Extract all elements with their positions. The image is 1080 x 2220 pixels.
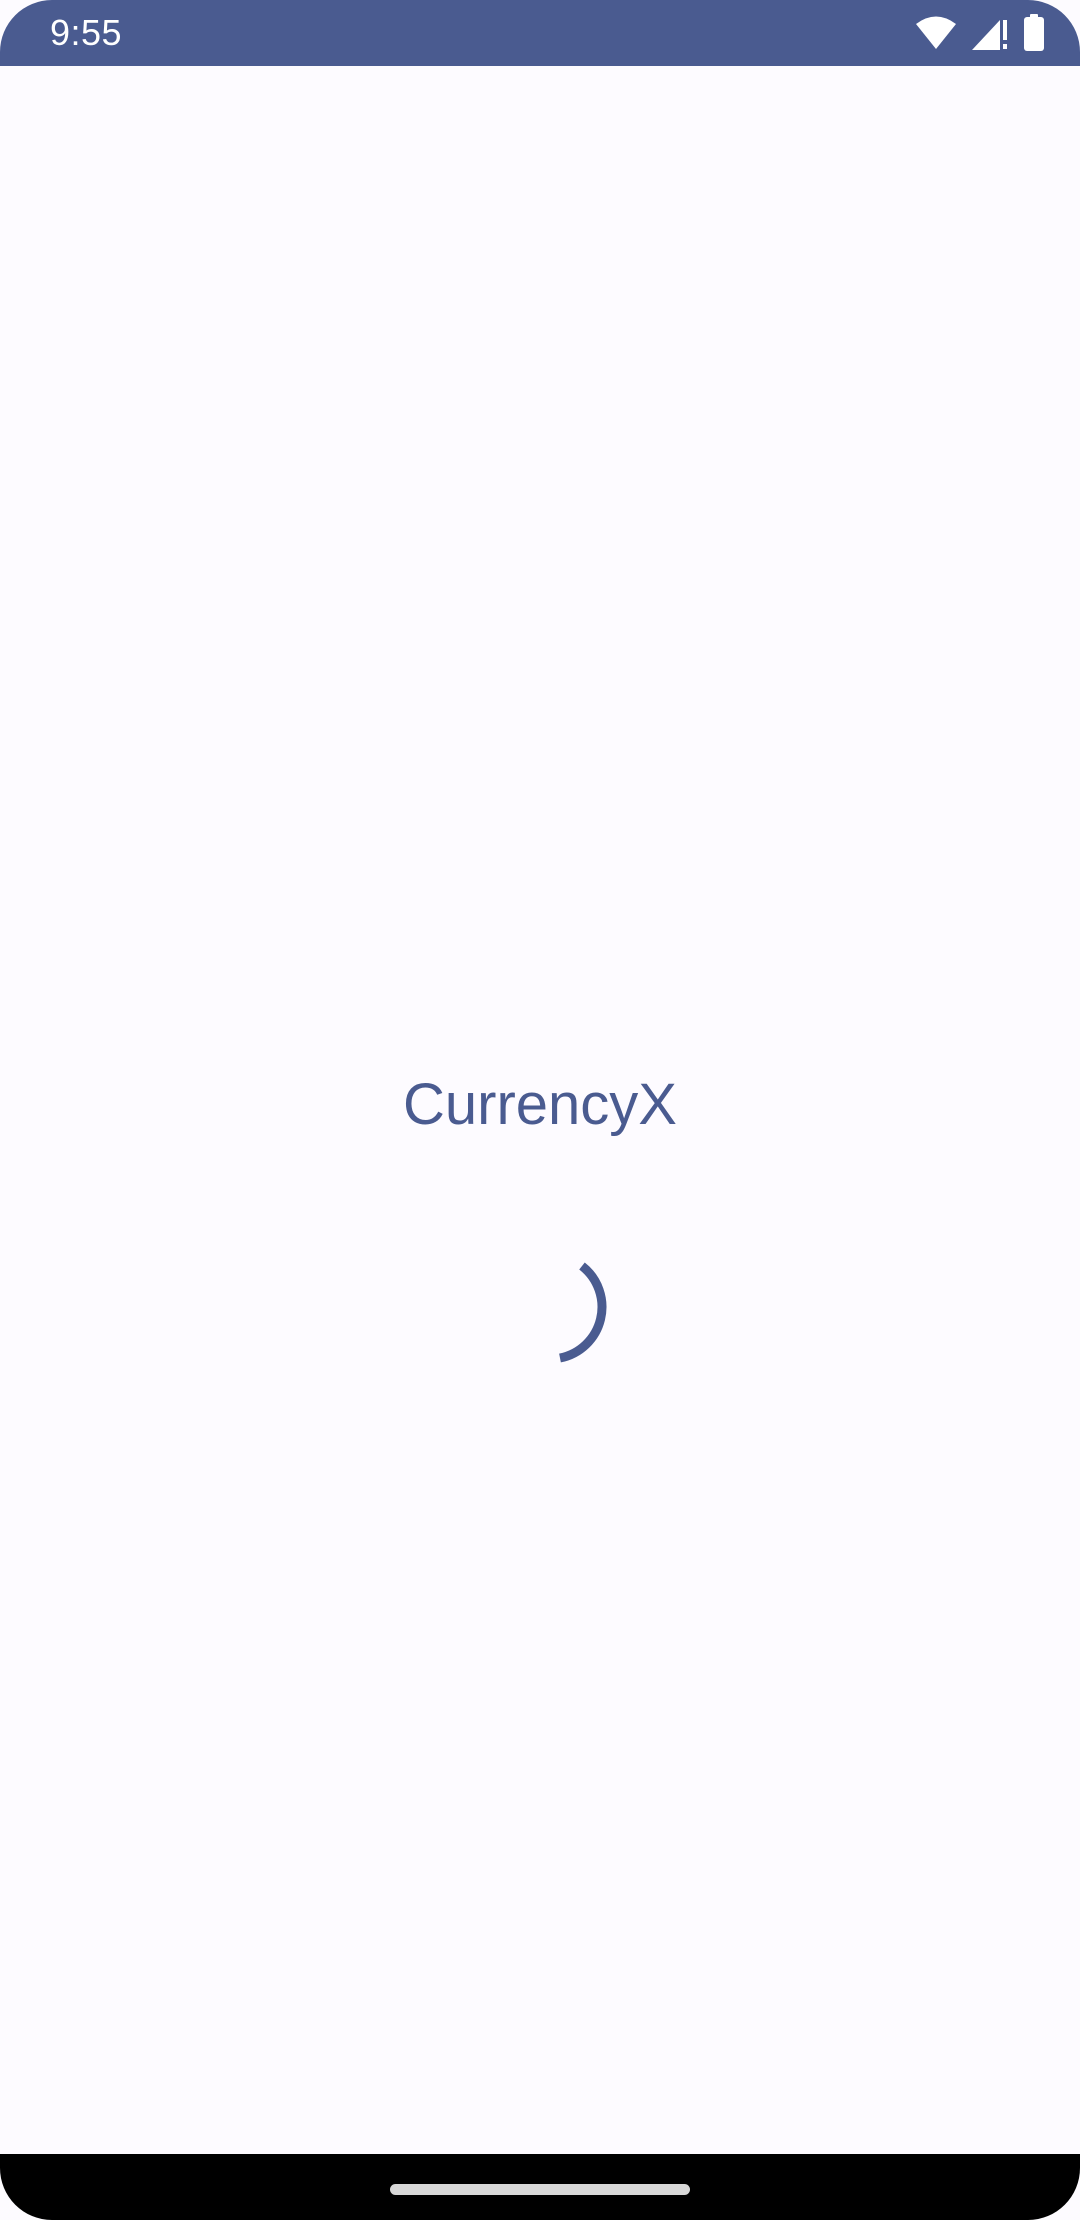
wifi-icon bbox=[914, 15, 958, 51]
home-gesture-handle[interactable] bbox=[390, 2184, 690, 2195]
navigation-bar bbox=[0, 2154, 1080, 2220]
signal-alert-icon bbox=[970, 14, 1010, 52]
status-time: 9:55 bbox=[50, 12, 123, 53]
battery-icon bbox=[1022, 14, 1046, 52]
app-title: CurrencyX bbox=[403, 1072, 677, 1137]
status-icons bbox=[914, 12, 1046, 54]
status-bar: 9:55 bbox=[0, 0, 1080, 66]
progress-spinner-icon bbox=[490, 1246, 610, 1366]
phone-screen: 9:55 CurrencyX bbox=[0, 0, 1080, 2220]
splash-content: CurrencyX bbox=[0, 66, 1080, 2154]
